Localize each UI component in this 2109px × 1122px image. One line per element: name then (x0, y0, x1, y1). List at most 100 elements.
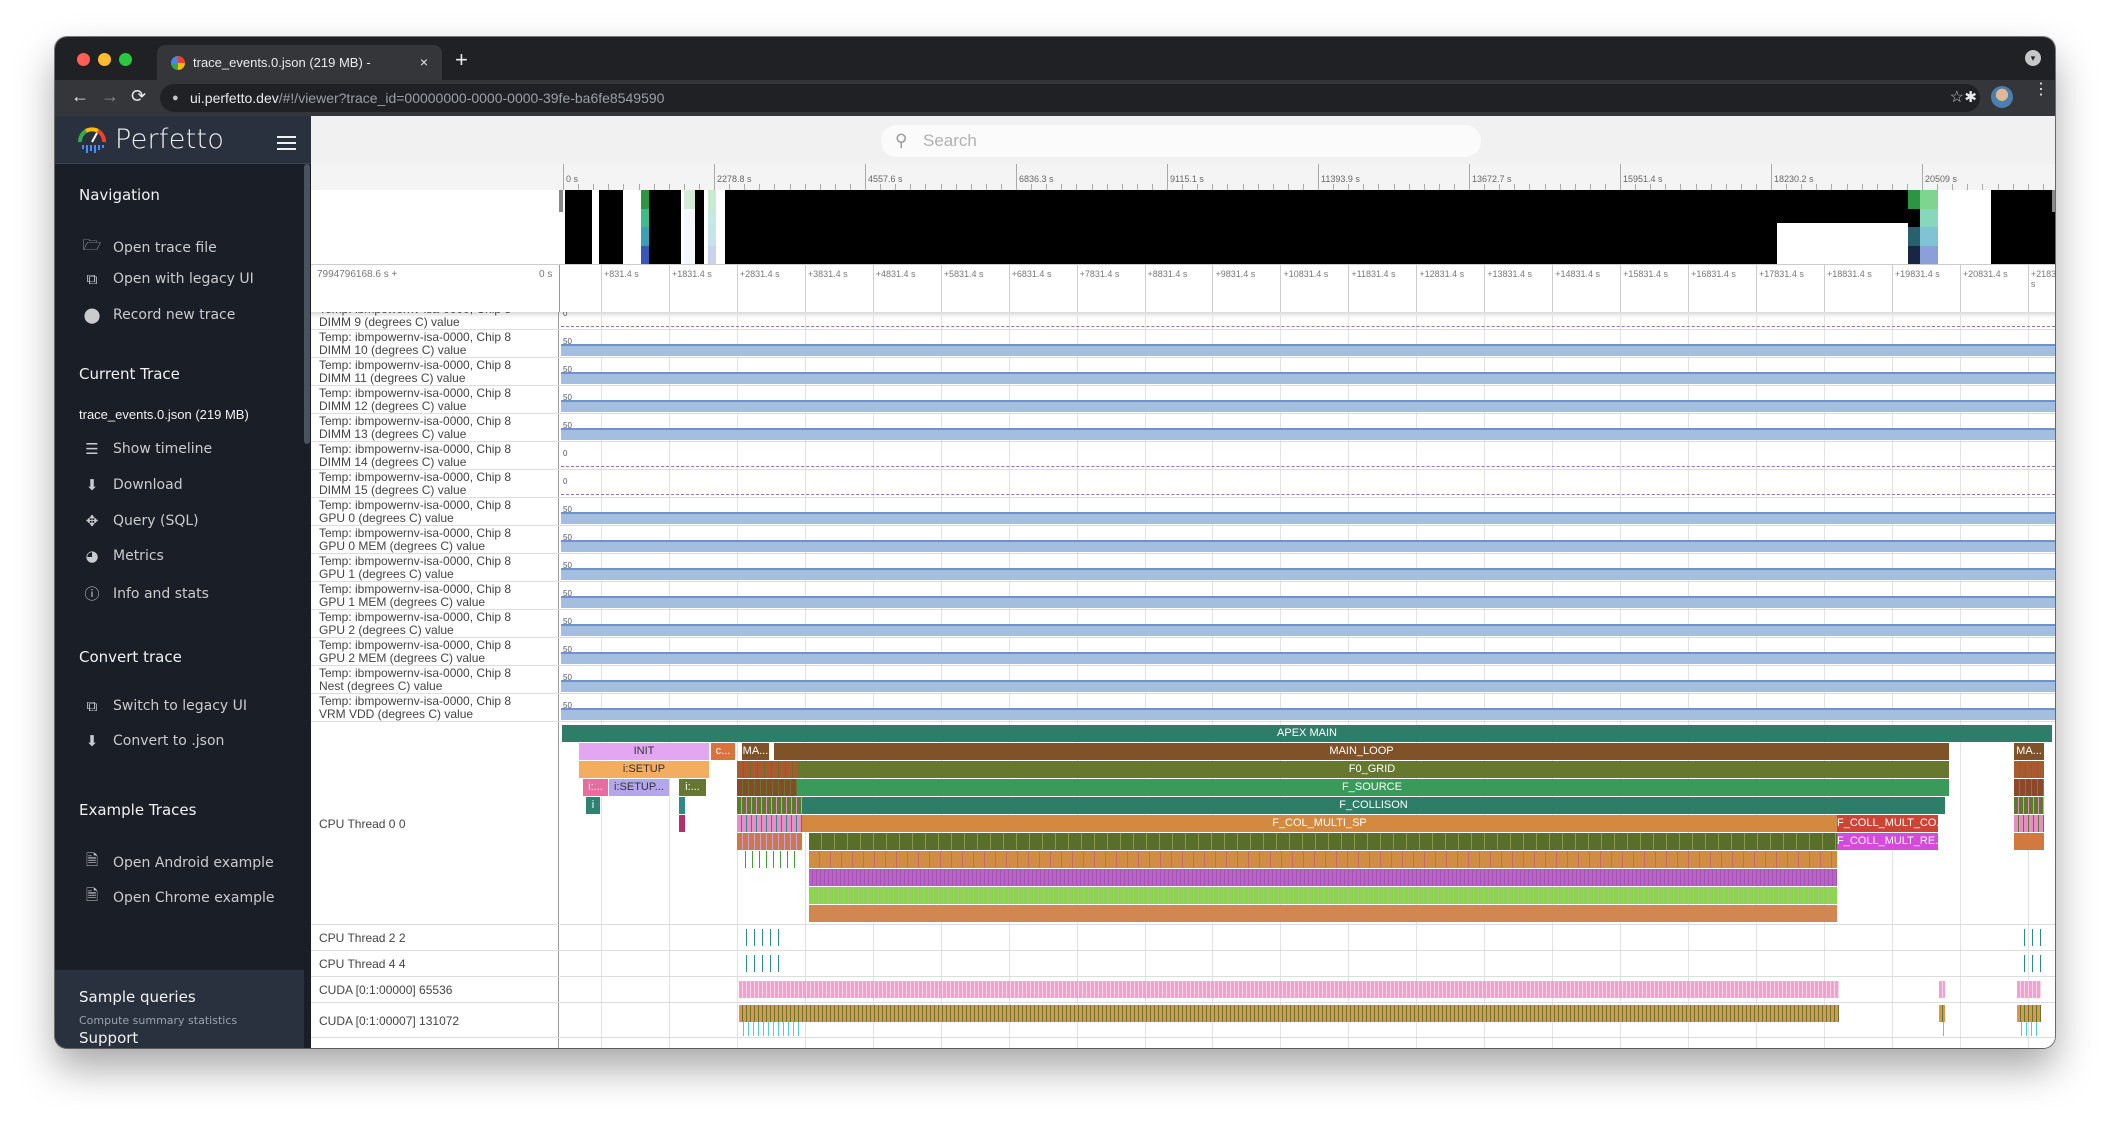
counter-track[interactable]: Temp: ibmpowernv-isa-0000, Chip 8 DIMM 13… (311, 414, 2055, 442)
slice[interactable]: F0_GRID (795, 761, 1949, 778)
back-icon[interactable]: ← (71, 86, 89, 107)
overview-block (1990, 190, 2055, 264)
slice[interactable]: F_COL_MULTI_SP (802, 815, 1837, 832)
counter-track[interactable]: Temp: ibmpowernv-isa-0000, Chip 8 GPU 0 (… (311, 498, 2055, 526)
overview-window-handle[interactable] (2052, 190, 2055, 212)
counter-track[interactable]: Temp: ibmpowernv-isa-0000, Chip 8 GPU 1 M… (311, 582, 2055, 610)
counter-track[interactable]: Temp: ibmpowernv-isa-0000, Chip 8 DIMM 14… (311, 442, 2055, 470)
ruler-label: 18230.2 s (1774, 174, 1814, 184)
section-title-sample-queries: Sample queries (79, 988, 196, 1006)
slice[interactable]: i:... (679, 779, 706, 796)
sidebar-item-open-trace-file[interactable]: 🗁 Open trace file (81, 235, 217, 260)
sidebar-item-open-chrome-example[interactable]: 🗎 Open Chrome example (81, 885, 275, 910)
slice-band (739, 1005, 1839, 1022)
counter-track[interactable]: Temp: ibmpowernv-isa-0000, Chip 8 DIMM 12… (311, 386, 2055, 414)
section-title-support: Support (79, 1029, 139, 1047)
forward-icon[interactable]: → (101, 86, 119, 107)
sidebar-item-download[interactable]: ⬇ Download (81, 476, 183, 494)
track-name: Temp: ibmpowernv-isa-0000, Chip 8 DIMM 12… (319, 387, 511, 413)
slice[interactable]: F_COLL_MULT_CO... (1837, 815, 1938, 832)
counter-track[interactable]: Temp: ibmpowernv-isa-0000, Chip 8 GPU 1 (… (311, 554, 2055, 582)
sidebar-item-query-sql[interactable]: ✥ Query (SQL) (81, 512, 199, 530)
thread-track[interactable]: CPU Thread 2 2 (311, 925, 2055, 951)
slice[interactable]: F_COLLISON (802, 797, 1945, 814)
overview-window-handle[interactable] (559, 190, 563, 212)
tab-search-icon[interactable]: ▾ (2025, 50, 2041, 66)
counter-track[interactable]: Temp: ibmpowernv-isa-0000, Chip 8 DIMM 11… (311, 358, 2055, 386)
profile-avatar[interactable] (1991, 86, 2013, 108)
counter-track[interactable]: Temp: ibmpowernv-isa-0000, Chip 8 DIMM 10… (311, 330, 2055, 358)
sidebar-item-open-android-example[interactable]: 🗎 Open Android example (81, 850, 274, 875)
slice[interactable]: MA... (2014, 743, 2044, 760)
sidebar-scrollbar[interactable] (304, 164, 310, 444)
counter-max-label: 0 (563, 312, 568, 318)
bookmark-star-icon[interactable]: ☆ (1950, 84, 1964, 112)
track-name: CUDA [0:1:00000] 65536 (319, 983, 453, 997)
thread-track[interactable]: CPU Thread 4 4 (311, 951, 2055, 977)
counter-track[interactable]: Temp: ibmpowernv-isa-0000, Chip 8 VRM VDD… (311, 694, 2055, 722)
new-tab-button[interactable]: + (455, 47, 468, 73)
thread-track[interactable]: CPU Thread 0 0 APEX MAIN INIT c... MA... MAIN… (311, 722, 2055, 925)
sidebar-item-label: Convert to .json (113, 733, 225, 749)
search-input[interactable]: ⚲ Search (881, 125, 1481, 157)
slice[interactable]: i (586, 797, 600, 814)
maximize-window-button[interactable] (119, 53, 132, 66)
sidebar-item-switch-legacy-ui[interactable]: ⧉ Switch to legacy UI (81, 697, 247, 715)
counter-track[interactable]: Temp: ibmpowernv-isa-0000, Chip 8 GPU 0 M… (311, 526, 2055, 554)
overview-block (683, 208, 695, 264)
slice[interactable]: MAIN_LOOP (774, 743, 1949, 760)
speed-icon: ◕ (85, 547, 99, 565)
time-zero: 0 s (539, 269, 553, 280)
overview-ruler[interactable]: 0 s 2278.8 s 4557.6 s 6836.3 s 9115.1 s 11393… (311, 164, 2055, 190)
slice[interactable]: F_COLL_MULT_RE... (1837, 833, 1938, 850)
slice[interactable]: i:SETUP (579, 761, 709, 778)
close-tab-icon[interactable]: × (420, 54, 428, 70)
sidebar-item-info-and-stats[interactable]: ⓘ Info and stats (81, 583, 208, 604)
sidebar-item-record-new-trace[interactable]: ⬤ Record new trace (81, 306, 236, 324)
overview-block (707, 208, 717, 227)
browser-menu-icon[interactable]: ⋮ (2033, 82, 2049, 98)
tracks-panel[interactable]: Temp: ibmpowernv-isa-0000, Chip 8DIMM 9 … (311, 312, 2055, 1048)
hamburger-menu-icon[interactable] (277, 136, 296, 154)
ruler-label: 2278.8 s (717, 174, 752, 184)
minimize-window-button[interactable] (98, 53, 111, 66)
axis-tick-label: +10831.4 s (1283, 269, 1329, 279)
overview-block (707, 190, 717, 209)
sidebar-item-open-legacy-ui[interactable]: ⧉ Open with legacy UI (81, 270, 254, 288)
slice[interactable]: c... (711, 743, 735, 760)
overview-block (640, 190, 650, 209)
sidebar-item-convert-json[interactable]: ⬇ Convert to .json (81, 732, 225, 750)
slice[interactable]: MA... (742, 743, 769, 760)
sidebar-item-metrics[interactable]: ◕ Metrics (81, 547, 163, 565)
overview-timeline[interactable] (559, 190, 2055, 264)
slice[interactable]: APEX MAIN (562, 725, 2052, 742)
slice[interactable]: i:... (583, 779, 608, 796)
counter-track[interactable]: Temp: ibmpowernv-isa-0000, Chip 8 DIMM 15… (311, 470, 2055, 498)
axis-tick-label: +6831.4 s (1011, 269, 1052, 279)
overview-block (695, 190, 704, 264)
track-name: CPU Thread 2 2 (319, 931, 406, 945)
counter-track[interactable]: Temp: ibmpowernv-isa-0000, Chip 8DIMM 9 … (311, 312, 2055, 330)
counter-track[interactable]: Temp: ibmpowernv-isa-0000, Chip 8 Nest (d… (311, 666, 2055, 694)
extensions-icon[interactable]: ✱ (1964, 88, 1977, 106)
thread-track[interactable]: CUDA [0:1:00007] 131072 (311, 1003, 2055, 1038)
slice[interactable]: F_SOURCE (795, 779, 1949, 796)
counter-max-label: 0 (563, 449, 568, 458)
counter-area (561, 400, 2055, 412)
thread-track[interactable]: CUDA [0:1:00000] 65536 (311, 977, 2055, 1003)
address-bar[interactable]: ● ui.perfetto.dev/#!/viewer?trace_id=000… (160, 84, 1980, 112)
counter-area (561, 652, 2055, 664)
browser-tab[interactable]: trace_events.0.json (219 MB) - × (157, 45, 442, 80)
counter-track[interactable]: Temp: ibmpowernv-isa-0000, Chip 8 GPU 2 M… (311, 638, 2055, 666)
reload-icon[interactable]: ⟳ (131, 86, 146, 107)
track-name-line2: DIMM 11 (degrees C) value (319, 371, 466, 385)
slice[interactable]: i:SETUP... (609, 779, 669, 796)
close-window-button[interactable] (77, 53, 90, 66)
track-name: Temp: ibmpowernv-isa-0000, Chip 8 GPU 1 M… (319, 583, 511, 609)
sidebar-item-show-timeline[interactable]: ☰ Show timeline (81, 440, 212, 458)
axis-tick-label: +5831.4 s (943, 269, 984, 279)
track-name-line2: Nest (degrees C) value (319, 679, 443, 693)
slice[interactable]: INIT (579, 743, 709, 760)
info-icon: ⓘ (84, 585, 100, 603)
counter-track[interactable]: Temp: ibmpowernv-isa-0000, Chip 8 GPU 2 (… (311, 610, 2055, 638)
